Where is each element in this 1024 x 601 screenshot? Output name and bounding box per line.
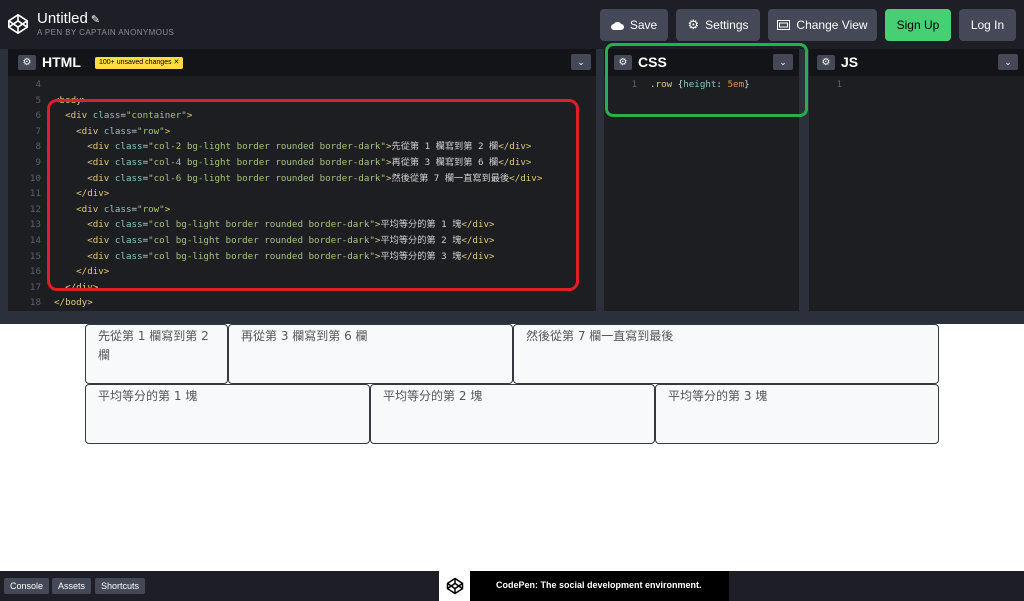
preview-col-4: 再從第 3 欄寫到第 6 欄 xyxy=(228,324,513,384)
js-panel-header: ⚙ JS ⌄ xyxy=(809,49,1024,76)
codepen-logo-icon[interactable] xyxy=(7,13,29,35)
shortcuts-button[interactable]: Shortcuts xyxy=(95,578,146,594)
js-settings-gear-icon[interactable]: ⚙ xyxy=(817,55,835,70)
line-number: 18 xyxy=(29,297,41,309)
console-button[interactable]: Console xyxy=(4,578,50,594)
pen-title-text[interactable]: Untitled xyxy=(37,10,88,27)
save-button[interactable]: Save xyxy=(600,9,668,41)
preview-pane: 先從第 1 欄寫到第 2 欄 再從第 3 欄寫到第 6 欄 然後從第 7 欄一直… xyxy=(0,324,1024,571)
codepen-promo-icon xyxy=(446,577,464,595)
preview-col-1: 平均等分的第 1 塊 xyxy=(85,384,370,444)
unsaved-changes-badge[interactable]: 100+ unsaved changes ✕ xyxy=(95,57,184,69)
line-number: 15 xyxy=(29,250,41,262)
line-number: 11 xyxy=(29,188,41,200)
unsaved-changes-text: 100+ unsaved changes xyxy=(99,59,172,66)
gear-icon: ⚙ xyxy=(687,17,700,32)
js-collapse-chevron-down-icon[interactable]: ⌄ xyxy=(998,54,1018,70)
line-number: 16 xyxy=(29,266,41,278)
line-number: 17 xyxy=(29,281,41,293)
promo-banner[interactable]: CodePen: The social development environm… xyxy=(439,571,729,601)
promo-text: CodePen: The social development environm… xyxy=(496,580,702,590)
cloud-icon xyxy=(610,21,624,30)
left-resizer[interactable] xyxy=(0,49,8,311)
line-number: 12 xyxy=(29,203,41,215)
change-view-label: Change View xyxy=(796,18,868,32)
promo-logo xyxy=(439,571,470,601)
preview-col-2b: 平均等分的第 2 塊 xyxy=(370,384,655,444)
js-panel: ⚙ JS ⌄ 1 xyxy=(809,49,1024,311)
html-panel-title: HTML xyxy=(42,54,81,70)
pen-title[interactable]: Untitled ✎ xyxy=(37,10,100,27)
html-css-resizer[interactable] xyxy=(596,49,604,311)
line-number: 10 xyxy=(29,172,41,184)
sign-up-button[interactable]: Sign Up xyxy=(885,9,951,41)
save-label: Save xyxy=(629,18,658,32)
line-number: 7 xyxy=(35,125,41,137)
line-number: 14 xyxy=(29,235,41,246)
settings-label: Settings xyxy=(705,18,749,32)
close-icon[interactable]: ✕ xyxy=(174,59,180,66)
pencil-icon[interactable]: ✎ xyxy=(91,13,100,26)
line-number: 8 xyxy=(35,141,41,153)
change-view-button[interactable]: Change View xyxy=(768,9,877,41)
preview-resizer[interactable] xyxy=(0,311,1024,324)
line-number: 4 xyxy=(35,79,41,90)
top-bar: Untitled ✎ A PEN BY CAPTAIN ANONYMOUS Sav… xyxy=(0,0,1024,49)
log-in-button[interactable]: Log In xyxy=(959,9,1016,41)
line-number: 9 xyxy=(35,157,41,168)
preview-col-6: 然後從第 7 欄一直寫到最後 xyxy=(513,324,939,384)
js-panel-title: JS xyxy=(841,54,859,70)
line-number: 5 xyxy=(35,94,41,106)
preview-col-2: 先從第 1 欄寫到第 2 欄 xyxy=(85,324,228,384)
layout-icon xyxy=(777,20,791,30)
line-number: 6 xyxy=(35,110,41,122)
html-settings-gear-icon[interactable]: ⚙ xyxy=(18,55,36,70)
line-number: 13 xyxy=(29,219,41,231)
html-highlight-box xyxy=(47,99,579,291)
preview-col-3: 平均等分的第 3 塊 xyxy=(655,384,939,444)
css-highlight-box xyxy=(605,43,808,117)
pen-author: A PEN BY CAPTAIN ANONYMOUS xyxy=(37,28,175,37)
line-number: 1 xyxy=(836,79,842,90)
code-text[interactable]: </body> xyxy=(54,295,93,311)
assets-button[interactable]: Assets xyxy=(52,578,92,594)
html-collapse-chevron-down-icon[interactable]: ⌄ xyxy=(571,54,591,70)
html-panel-header: ⚙ HTML 100+ unsaved changes ✕ ⌄ xyxy=(8,49,596,76)
bottom-bar: Console Assets Shortcuts CodePen: The so… xyxy=(0,571,1024,601)
settings-button[interactable]: ⚙ Settings xyxy=(676,9,760,41)
